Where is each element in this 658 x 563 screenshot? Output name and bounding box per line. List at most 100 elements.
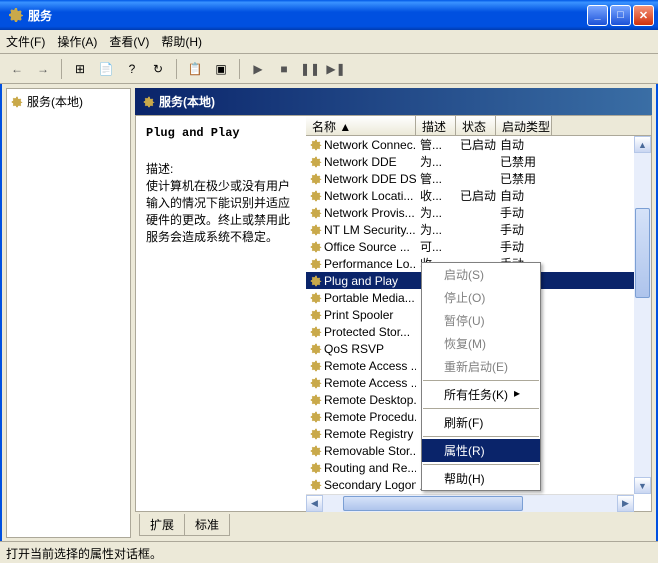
horizontal-scrollbar[interactable]: ◀ ▶ — [306, 494, 634, 511]
service-row[interactable]: Network Connec...管...已启动自动 — [306, 136, 651, 153]
row-stype: 手动 — [496, 221, 552, 238]
column-header[interactable]: 名称 ▲ 描述 状态 启动类型 — [306, 116, 651, 136]
gear-icon — [310, 411, 322, 423]
properties-button[interactable]: 📄 — [95, 58, 117, 80]
detail-header-text: 服务(本地) — [159, 93, 215, 110]
row-name: Network DDE DSDM — [324, 172, 416, 186]
start-button: ▶ — [247, 58, 269, 80]
restart-button: ▶❚ — [325, 58, 347, 80]
row-name: Remote Access ... — [324, 359, 416, 373]
refresh-button[interactable]: ↻ — [147, 58, 169, 80]
ctx-refresh[interactable]: 刷新(F) — [422, 411, 540, 434]
row-name: Network Locati... — [324, 189, 413, 203]
service-row[interactable]: Network Locati...收...已启动自动 — [306, 187, 651, 204]
row-desc: 为... — [416, 204, 456, 221]
col-startup[interactable]: 启动类型 — [496, 116, 552, 135]
tree-root[interactable]: 服务(本地) — [11, 93, 126, 110]
gear-icon — [8, 7, 24, 23]
gear-icon — [310, 479, 322, 491]
close-button[interactable]: ✕ — [633, 5, 654, 26]
minimize-button[interactable]: _ — [587, 5, 608, 26]
row-stype: 已禁用 — [496, 170, 552, 187]
col-name[interactable]: 名称 ▲ — [306, 116, 416, 135]
menu-action[interactable]: 操作(A) — [57, 33, 97, 50]
gear-icon — [11, 96, 23, 108]
row-name: Portable Media... — [324, 291, 415, 305]
row-name: QoS RSVP — [324, 342, 384, 356]
menu-file[interactable]: 文件(F) — [6, 33, 45, 50]
scroll-down-icon[interactable]: ▼ — [634, 477, 651, 494]
gear-icon — [143, 96, 155, 108]
help-button[interactable]: ▣ — [210, 58, 232, 80]
up-button[interactable]: ⊞ — [69, 58, 91, 80]
stop-button: ■ — [273, 58, 295, 80]
props-button[interactable]: 📋 — [184, 58, 206, 80]
gear-icon — [310, 445, 322, 457]
gear-icon — [310, 258, 322, 270]
col-status[interactable]: 状态 — [456, 116, 496, 135]
context-menu: 启动(S) 停止(O) 暂停(U) 恢复(M) 重新启动(E) 所有任务(K)▸… — [421, 262, 541, 491]
service-row[interactable]: Network DDE DSDM管...已禁用 — [306, 170, 651, 187]
export-button[interactable]: ? — [121, 58, 143, 80]
gear-icon — [310, 326, 322, 338]
menu-help[interactable]: 帮助(H) — [161, 33, 202, 50]
scroll-up-icon[interactable]: ▲ — [634, 136, 651, 153]
row-stype: 自动 — [496, 136, 552, 153]
scroll-left-icon[interactable]: ◀ — [306, 495, 323, 512]
row-desc: 为... — [416, 221, 456, 238]
ctx-start: 启动(S) — [422, 263, 540, 286]
title-bar: 服务 _ □ ✕ — [0, 0, 658, 30]
desc-label: 描述: — [146, 160, 296, 177]
pause-button: ❚❚ — [299, 58, 321, 80]
window-title: 服务 — [28, 7, 587, 24]
service-list[interactable]: 名称 ▲ 描述 状态 启动类型 Network Connec...管...已启动… — [306, 116, 651, 511]
service-row[interactable]: Network DDE为...已禁用 — [306, 153, 651, 170]
row-status: 已启动 — [456, 187, 496, 204]
maximize-button[interactable]: □ — [610, 5, 631, 26]
ctx-help[interactable]: 帮助(H) — [422, 467, 540, 490]
gear-icon — [310, 275, 322, 287]
service-row[interactable]: Network Provis...为... 手动 — [306, 204, 651, 221]
row-desc: 可... — [416, 238, 456, 255]
row-name: Removable Stor... — [324, 444, 416, 458]
scroll-right-icon[interactable]: ▶ — [617, 495, 634, 512]
ctx-alltasks[interactable]: 所有任务(K)▸ — [422, 383, 540, 406]
tree-pane[interactable]: 服务(本地) — [6, 88, 131, 538]
detail-header: 服务(本地) — [135, 88, 652, 115]
row-name: Performance Lo... — [324, 257, 416, 271]
row-name: Plug and Play — [324, 274, 398, 288]
view-tabs: 扩展标准 — [135, 512, 652, 538]
row-desc: 收... — [416, 187, 456, 204]
row-name: Protected Stor... — [324, 325, 410, 339]
row-name: Office Source ... — [324, 240, 410, 254]
menu-view[interactable]: 查看(V) — [109, 33, 149, 50]
gear-icon — [310, 377, 322, 389]
tab-extended[interactable]: 扩展 — [139, 514, 185, 536]
row-stype: 手动 — [496, 204, 552, 221]
gear-icon — [310, 343, 322, 355]
hscroll-thumb[interactable] — [343, 496, 523, 511]
ctx-stop: 停止(O) — [422, 286, 540, 309]
service-row[interactable]: Office Source ... 可... 手动 — [306, 238, 651, 255]
gear-icon — [310, 156, 322, 168]
row-desc: 管... — [416, 136, 456, 153]
gear-icon — [310, 428, 322, 440]
tab-standard[interactable]: 标准 — [184, 514, 230, 536]
description-pane: Plug and Play 描述: 使计算机在极少或没有用户输入的情况下能识别并… — [136, 116, 306, 511]
scroll-thumb[interactable] — [635, 208, 650, 298]
gear-icon — [310, 241, 322, 253]
row-name: Remote Access ... — [324, 376, 416, 390]
row-name: Network Provis... — [324, 206, 415, 220]
row-stype: 已禁用 — [496, 153, 552, 170]
selected-service-name: Plug and Play — [146, 126, 296, 140]
row-status: 已启动 — [456, 136, 496, 153]
service-row[interactable]: NT LM Security...为...手动 — [306, 221, 651, 238]
gear-icon — [310, 207, 322, 219]
col-desc[interactable]: 描述 — [416, 116, 456, 135]
row-stype: 手动 — [496, 238, 552, 255]
gear-icon — [310, 462, 322, 474]
ctx-properties[interactable]: 属性(R) — [422, 439, 540, 462]
vertical-scrollbar[interactable]: ▲ ▼ — [634, 136, 651, 494]
back-button: ← — [6, 58, 28, 80]
gear-icon — [310, 292, 322, 304]
